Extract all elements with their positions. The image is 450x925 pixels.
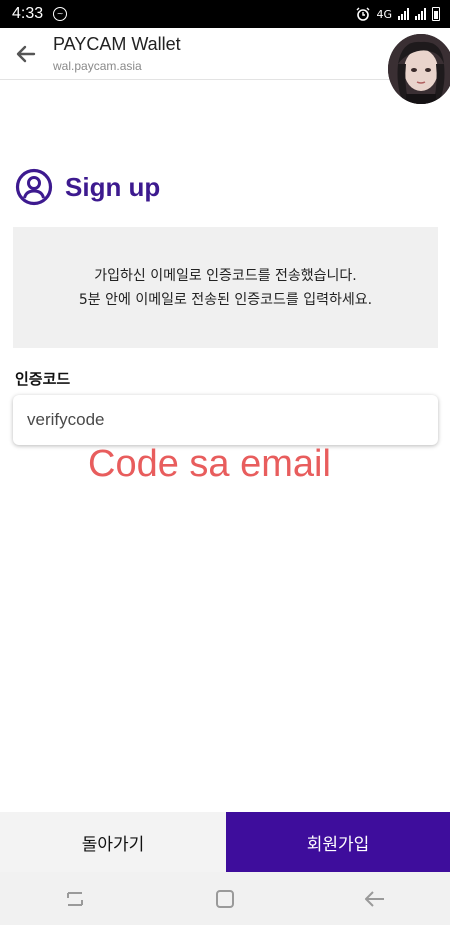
signal-icon <box>398 8 409 20</box>
notice-box: 가입하신 이메일로 인증코드를 전송했습니다. 5분 안에 이메일로 전송된 인… <box>13 227 438 348</box>
recents-button[interactable] <box>55 879 95 919</box>
home-icon <box>216 889 234 908</box>
nav-back-button[interactable] <box>355 879 395 919</box>
battery-icon <box>432 7 440 21</box>
messenger-icon: ~ <box>53 7 68 21</box>
network-type: 4G <box>376 7 392 21</box>
status-icons: 4G <box>356 7 440 21</box>
signup-title: Sign up <box>65 171 161 202</box>
verify-code-label: 인증코드 <box>15 370 71 388</box>
nav-back-icon <box>365 890 384 907</box>
avatar[interactable] <box>388 34 450 104</box>
home-button[interactable] <box>205 879 245 919</box>
back-arrow-icon[interactable] <box>14 42 38 66</box>
alarm-icon <box>356 7 370 21</box>
user-circle-icon <box>15 168 53 206</box>
recents-icon <box>67 891 83 906</box>
system-nav-bar <box>0 872 450 925</box>
verify-code-input[interactable] <box>13 395 438 445</box>
avatar-image <box>388 34 450 104</box>
signup-button[interactable]: 회원가입 <box>226 812 450 872</box>
status-bar: 4:33 ~ 4G <box>0 0 450 28</box>
status-time: 4:33 <box>12 5 44 22</box>
browser-header: PAYCAM Wallet wal.paycam.asia <box>0 28 450 80</box>
back-button[interactable]: 돌아가기 <box>0 812 226 872</box>
annotation-text: Code sa email <box>88 443 331 485</box>
notice-line-2: 5분 안에 이메일로 전송된 인증코드를 입력하세요. <box>78 291 373 308</box>
notice-line-1: 가입하신 이메일로 인증코드를 전송했습니다. <box>94 267 357 284</box>
signal-icon-2 <box>415 8 426 20</box>
page-title: PAYCAM Wallet <box>53 34 181 54</box>
page-url: wal.paycam.asia <box>53 59 142 73</box>
signup-heading: Sign up <box>15 168 160 206</box>
